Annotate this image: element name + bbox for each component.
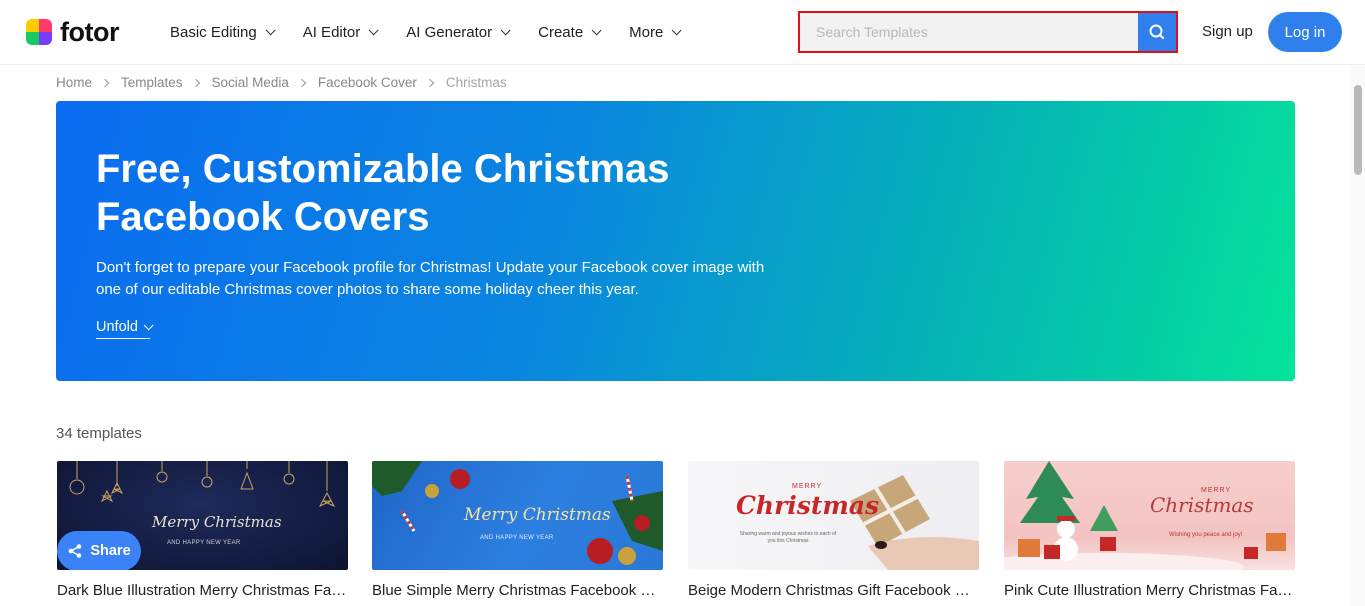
nav-label: More (629, 23, 664, 41)
unfold-button[interactable]: Unfold (96, 319, 154, 339)
card-art-subtext: AND HAPPY NEW YEAR (480, 535, 554, 541)
template-title[interactable]: Dark Blue Illustration Merry Christmas F… (57, 582, 348, 599)
main-nav: Basic Editing AI Editor AI Generator Cre… (170, 22, 709, 42)
card-art-top: MERRY (792, 483, 823, 490)
nav-basic-editing[interactable]: Basic Editing (170, 22, 276, 42)
template-title[interactable]: Beige Modern Christmas Gift Facebook Cov… (688, 582, 979, 599)
card-art-text: Christmas (736, 491, 880, 520)
template-thumbnail[interactable]: Merry Christmas AND HAPPY NEW YEAR Share (57, 461, 348, 570)
chevron-down-icon (500, 24, 511, 35)
chevron-right-icon (297, 78, 307, 87)
fotor-logo-icon (26, 19, 52, 45)
card-art-subtext: Sharing warm and joyous wishes to each o… (739, 531, 837, 544)
scrollbar-thumb[interactable] (1354, 85, 1362, 175)
page-title: Free, Customizable Christmas Facebook Co… (96, 147, 670, 239)
nav-ai-editor[interactable]: AI Editor (302, 22, 379, 42)
nav-label: AI Generator (406, 23, 493, 41)
template-thumbnail[interactable]: MERRY Christmas Sharing warm and joyous … (688, 461, 979, 570)
template-thumbnail[interactable]: MERRY Christmas Wishing you peace and jo… (1004, 461, 1295, 570)
search-box (798, 11, 1178, 53)
unfold-label: Unfold (96, 319, 138, 335)
page: fotor Basic Editing AI Editor AI Generat… (0, 0, 1365, 606)
breadcrumb-christmas: Christmas (445, 75, 507, 90)
breadcrumb-facebook-cover[interactable]: Facebook Cover (318, 75, 417, 90)
chevron-down-icon (143, 319, 154, 330)
nav-ai-generator[interactable]: AI Generator (406, 22, 511, 42)
breadcrumb-social-media[interactable]: Social Media (212, 75, 289, 90)
card-art-subtext: AND HAPPY NEW YEAR (167, 540, 241, 546)
share-label: Share (90, 543, 131, 559)
chevron-right-icon (191, 78, 200, 87)
chevron-down-icon (265, 24, 276, 35)
template-card[interactable]: Merry Christmas AND HAPPY NEW YEAR Blue … (372, 461, 663, 599)
template-card[interactable]: Merry Christmas AND HAPPY NEW YEAR Share… (57, 461, 348, 599)
nav-label: AI Editor (302, 23, 361, 41)
template-title[interactable]: Blue Simple Merry Christmas Facebook Cov… (372, 582, 663, 599)
top-header: fotor Basic Editing AI Editor AI Generat… (0, 0, 1365, 65)
page-scrollbar[interactable] (1351, 65, 1365, 606)
chevron-right-icon (100, 78, 110, 87)
breadcrumb-templates[interactable]: Templates (121, 75, 183, 90)
nav-more[interactable]: More (629, 22, 682, 42)
search-icon (1149, 24, 1164, 39)
log-in-button[interactable]: Log in (1268, 12, 1342, 52)
nav-create[interactable]: Create (538, 22, 602, 42)
template-card[interactable]: MERRY Christmas Wishing you peace and jo… (1004, 461, 1295, 599)
chevron-down-icon (672, 24, 682, 35)
template-title[interactable]: Pink Cute Illustration Merry Christmas F… (1004, 582, 1295, 599)
search-input[interactable] (800, 13, 1138, 51)
chevron-down-icon (368, 24, 379, 35)
breadcrumb-home[interactable]: Home (56, 75, 92, 90)
template-card[interactable]: MERRY Christmas Sharing warm and joyous … (688, 461, 979, 599)
template-thumbnail[interactable]: Merry Christmas AND HAPPY NEW YEAR (372, 461, 663, 570)
card-art-text: Christmas (1150, 493, 1254, 517)
fotor-logo[interactable]: fotor (26, 17, 119, 47)
share-icon (69, 544, 82, 558)
card-art-subtext: Wishing you peace and joy! (1169, 532, 1243, 538)
nav-label: Basic Editing (170, 23, 257, 41)
sign-up-link[interactable]: Sign up (1202, 23, 1253, 40)
hero-banner: Free, Customizable Christmas Facebook Co… (56, 101, 1295, 381)
breadcrumb: Home Templates Social Media Facebook Cov… (56, 75, 507, 90)
template-count: 34 templates (56, 425, 142, 442)
logo-text: fotor (60, 17, 119, 47)
chevron-down-icon (591, 24, 602, 35)
card-art-text: Merry Christmas (152, 513, 282, 531)
card-art-text: Merry Christmas (464, 505, 611, 525)
hero-description: Don't forget to prepare your Facebook pr… (96, 259, 765, 298)
nav-label: Create (538, 23, 584, 41)
search-button[interactable] (1138, 13, 1176, 51)
share-button[interactable]: Share (57, 531, 141, 570)
chevron-right-icon (425, 78, 435, 87)
